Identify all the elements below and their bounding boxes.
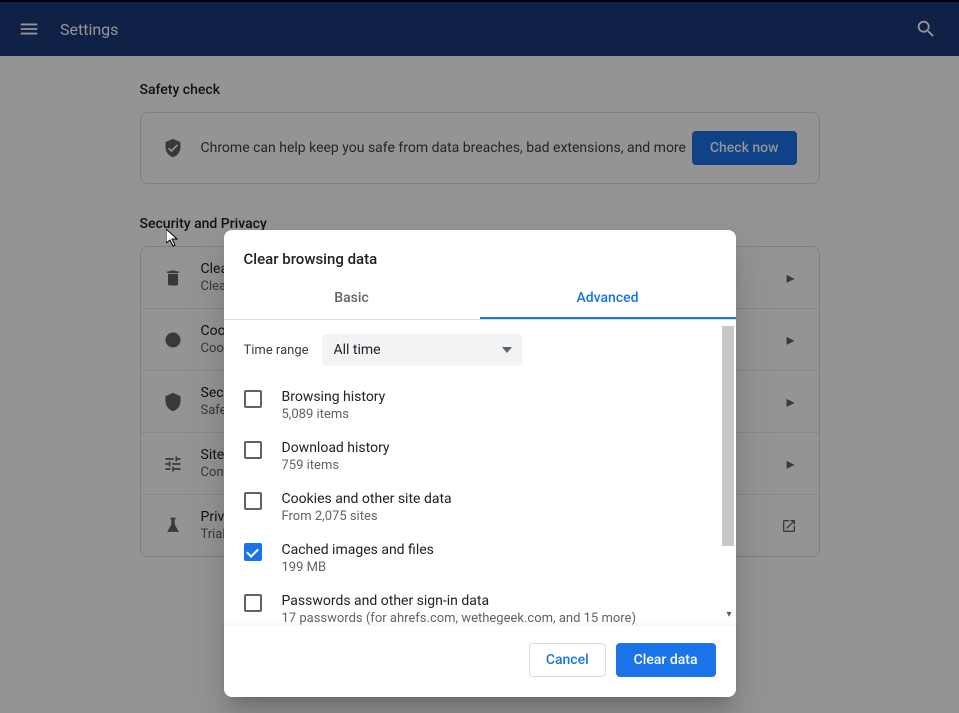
item-title: Download history — [282, 440, 716, 456]
clear-browsing-dialog: Clear browsing data Basic Advanced Time … — [224, 230, 736, 697]
checkbox[interactable] — [244, 492, 262, 510]
item-sub: 199 MB — [282, 560, 716, 575]
item-browsing-history[interactable]: Browsing history 5,089 items — [244, 380, 716, 431]
item-passwords[interactable]: Passwords and other sign-in data 17 passw… — [244, 584, 716, 626]
time-range-value: All time — [334, 342, 381, 358]
item-sub: 759 items — [282, 458, 716, 473]
dialog-title: Clear browsing data — [224, 230, 736, 280]
scroll-down-icon[interactable]: ▾ — [726, 609, 731, 620]
time-range-row: Time range All time — [224, 334, 736, 378]
time-range-dropdown[interactable]: All time — [322, 334, 522, 366]
tab-basic[interactable]: Basic — [224, 280, 480, 319]
tab-advanced[interactable]: Advanced — [480, 280, 736, 319]
item-sub: 5,089 items — [282, 407, 716, 422]
dialog-body: Time range All time Browsing history 5,08… — [224, 320, 736, 626]
modal-overlay: Clear browsing data Basic Advanced Time … — [0, 0, 959, 713]
item-cookies[interactable]: Cookies and other site data From 2,075 si… — [244, 482, 716, 533]
item-sub: 17 passwords (for ahrefs.com, wethegeek.… — [282, 611, 716, 626]
item-title: Passwords and other sign-in data — [282, 593, 716, 609]
chevron-down-icon — [502, 347, 512, 353]
item-download-history[interactable]: Download history 759 items — [244, 431, 716, 482]
item-sub: From 2,075 sites — [282, 509, 716, 524]
item-title: Browsing history — [282, 389, 716, 405]
checkbox[interactable] — [244, 543, 262, 561]
checkbox[interactable] — [244, 390, 262, 408]
scrollbar[interactable] — [722, 326, 734, 546]
checkbox[interactable] — [244, 594, 262, 612]
cancel-button[interactable]: Cancel — [529, 643, 606, 677]
item-cached[interactable]: Cached images and files 199 MB — [244, 533, 716, 584]
item-title: Cookies and other site data — [282, 491, 716, 507]
clear-data-button[interactable]: Clear data — [616, 643, 716, 677]
checkbox-list: Browsing history 5,089 items Download his… — [224, 378, 736, 626]
item-title: Cached images and files — [282, 542, 716, 558]
time-range-label: Time range — [244, 343, 322, 358]
dialog-footer: Cancel Clear data — [224, 626, 736, 697]
checkbox[interactable] — [244, 441, 262, 459]
dialog-tabs: Basic Advanced — [224, 280, 736, 320]
